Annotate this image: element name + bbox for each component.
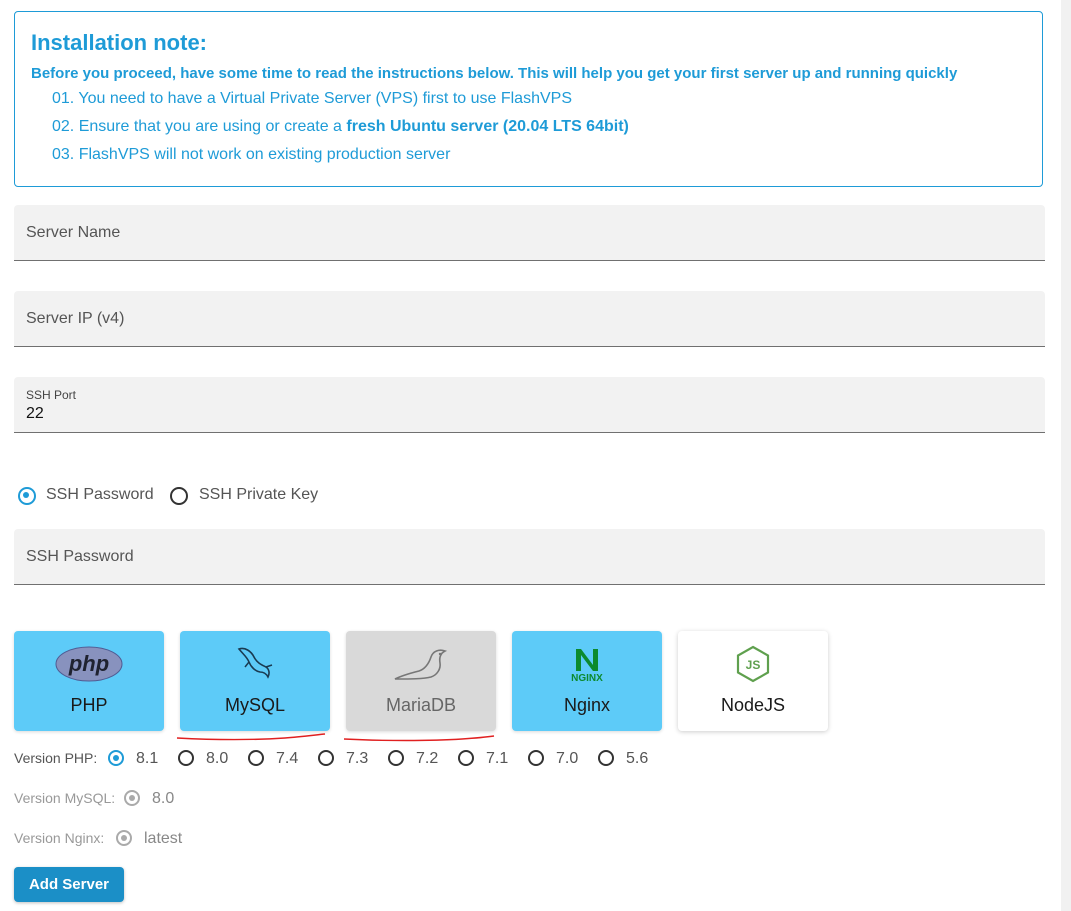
mariadb-red-underline [343, 735, 495, 742]
installation-note: Installation note: Before you proceed, h… [14, 11, 1043, 187]
mysql-version-radio [124, 790, 140, 806]
stack-card-mysql-label: MySQL [224, 695, 285, 715]
stack-card-nodejs[interactable]: JS NodeJS [678, 631, 828, 731]
stack-card-php[interactable]: php PHP [14, 631, 164, 731]
note-intro: Before you proceed, have some time to re… [31, 65, 958, 82]
svg-text:php: php [68, 651, 109, 676]
php-version-radio-8-0[interactable] [178, 750, 194, 766]
note-step-1: 01. You need to have a Virtual Private S… [52, 90, 572, 107]
svg-text:NGINX: NGINX [571, 673, 603, 683]
stack-card-mysql[interactable]: MySQL [180, 631, 330, 731]
stack-card-mariadb[interactable]: MariaDB [346, 631, 496, 731]
php-version-radio-7-0[interactable] [528, 750, 544, 766]
ssh-password-label: SSH Password [26, 548, 134, 565]
note-step-2: 02. Ensure that you are using or create … [52, 118, 629, 136]
version-mysql-label: Version MySQL: [14, 790, 116, 806]
stack-card-nodejs-label: NodeJS [720, 695, 786, 715]
php-version-option[interactable]: 7.3 [346, 750, 368, 768]
stack-card-php-label: PHP [70, 695, 108, 715]
ssh-private-key-option-label[interactable]: SSH Private Key [199, 486, 318, 504]
php-version-option[interactable]: 7.4 [276, 750, 298, 768]
ssh-password-radio[interactable] [18, 487, 36, 505]
ssh-port-label: SSH Port [26, 388, 77, 402]
mysql-red-underline [176, 733, 326, 741]
php-version-option[interactable]: 7.1 [486, 750, 508, 768]
nodejs-logo-icon: JS [736, 645, 770, 683]
mysql-version-value: 8.0 [152, 790, 175, 807]
note-title: Installation note: [31, 30, 207, 55]
mysql-dolphin-icon [237, 647, 273, 679]
php-version-radio-7-2[interactable] [388, 750, 404, 766]
server-ip-field[interactable]: Server IP (v4) [14, 291, 1045, 347]
mariadb-seal-icon [394, 649, 448, 680]
server-name-field[interactable]: Server Name [14, 205, 1045, 261]
php-version-radio-7-1[interactable] [458, 750, 474, 766]
stack-card-nginx-label: Nginx [563, 695, 611, 715]
version-php-label: Version PHP: [14, 750, 98, 766]
note-step-3: 03. FlashVPS will not work on existing p… [52, 146, 451, 163]
note-step-2-text: 02. Ensure that you are using or create … [52, 118, 347, 135]
svg-text:JS: JS [746, 658, 761, 672]
server-name-label: Server Name [26, 224, 121, 241]
scrollbar-track[interactable] [1061, 0, 1071, 911]
nginx-logo-icon: NGINX [571, 649, 603, 683]
ssh-password-option-label[interactable]: SSH Password [46, 486, 154, 504]
ssh-password-field[interactable]: SSH Password [14, 529, 1045, 585]
php-version-radio-8-1[interactable] [108, 750, 124, 766]
php-version-option[interactable]: 7.0 [556, 750, 578, 768]
note-step-2-bold: fresh Ubuntu server (20.04 LTS 64bit) [346, 118, 629, 135]
php-version-option[interactable]: 8.0 [206, 750, 228, 768]
php-logo-icon: php [55, 646, 123, 682]
server-ip-label: Server IP (v4) [26, 310, 125, 327]
php-version-radio-7-3[interactable] [318, 750, 334, 766]
stack-card-mariadb-label: MariaDB [385, 695, 456, 715]
stack-card-nginx[interactable]: NGINX Nginx [512, 631, 662, 731]
ssh-port-field[interactable]: SSH Port 22 [14, 377, 1045, 433]
version-nginx-label: Version Nginx: [14, 830, 105, 846]
add-server-button[interactable]: Add Server [14, 867, 124, 902]
php-version-option[interactable]: 5.6 [626, 750, 648, 768]
php-version-option[interactable]: 8.1 [136, 750, 158, 768]
php-version-option[interactable]: 7.2 [416, 750, 438, 768]
php-version-radio-7-4[interactable] [248, 750, 264, 766]
nginx-version-radio [116, 830, 132, 846]
ssh-private-key-radio[interactable] [170, 487, 188, 505]
php-version-radio-5-6[interactable] [598, 750, 614, 766]
nginx-version-value: latest [144, 830, 183, 847]
ssh-port-value: 22 [26, 405, 44, 422]
